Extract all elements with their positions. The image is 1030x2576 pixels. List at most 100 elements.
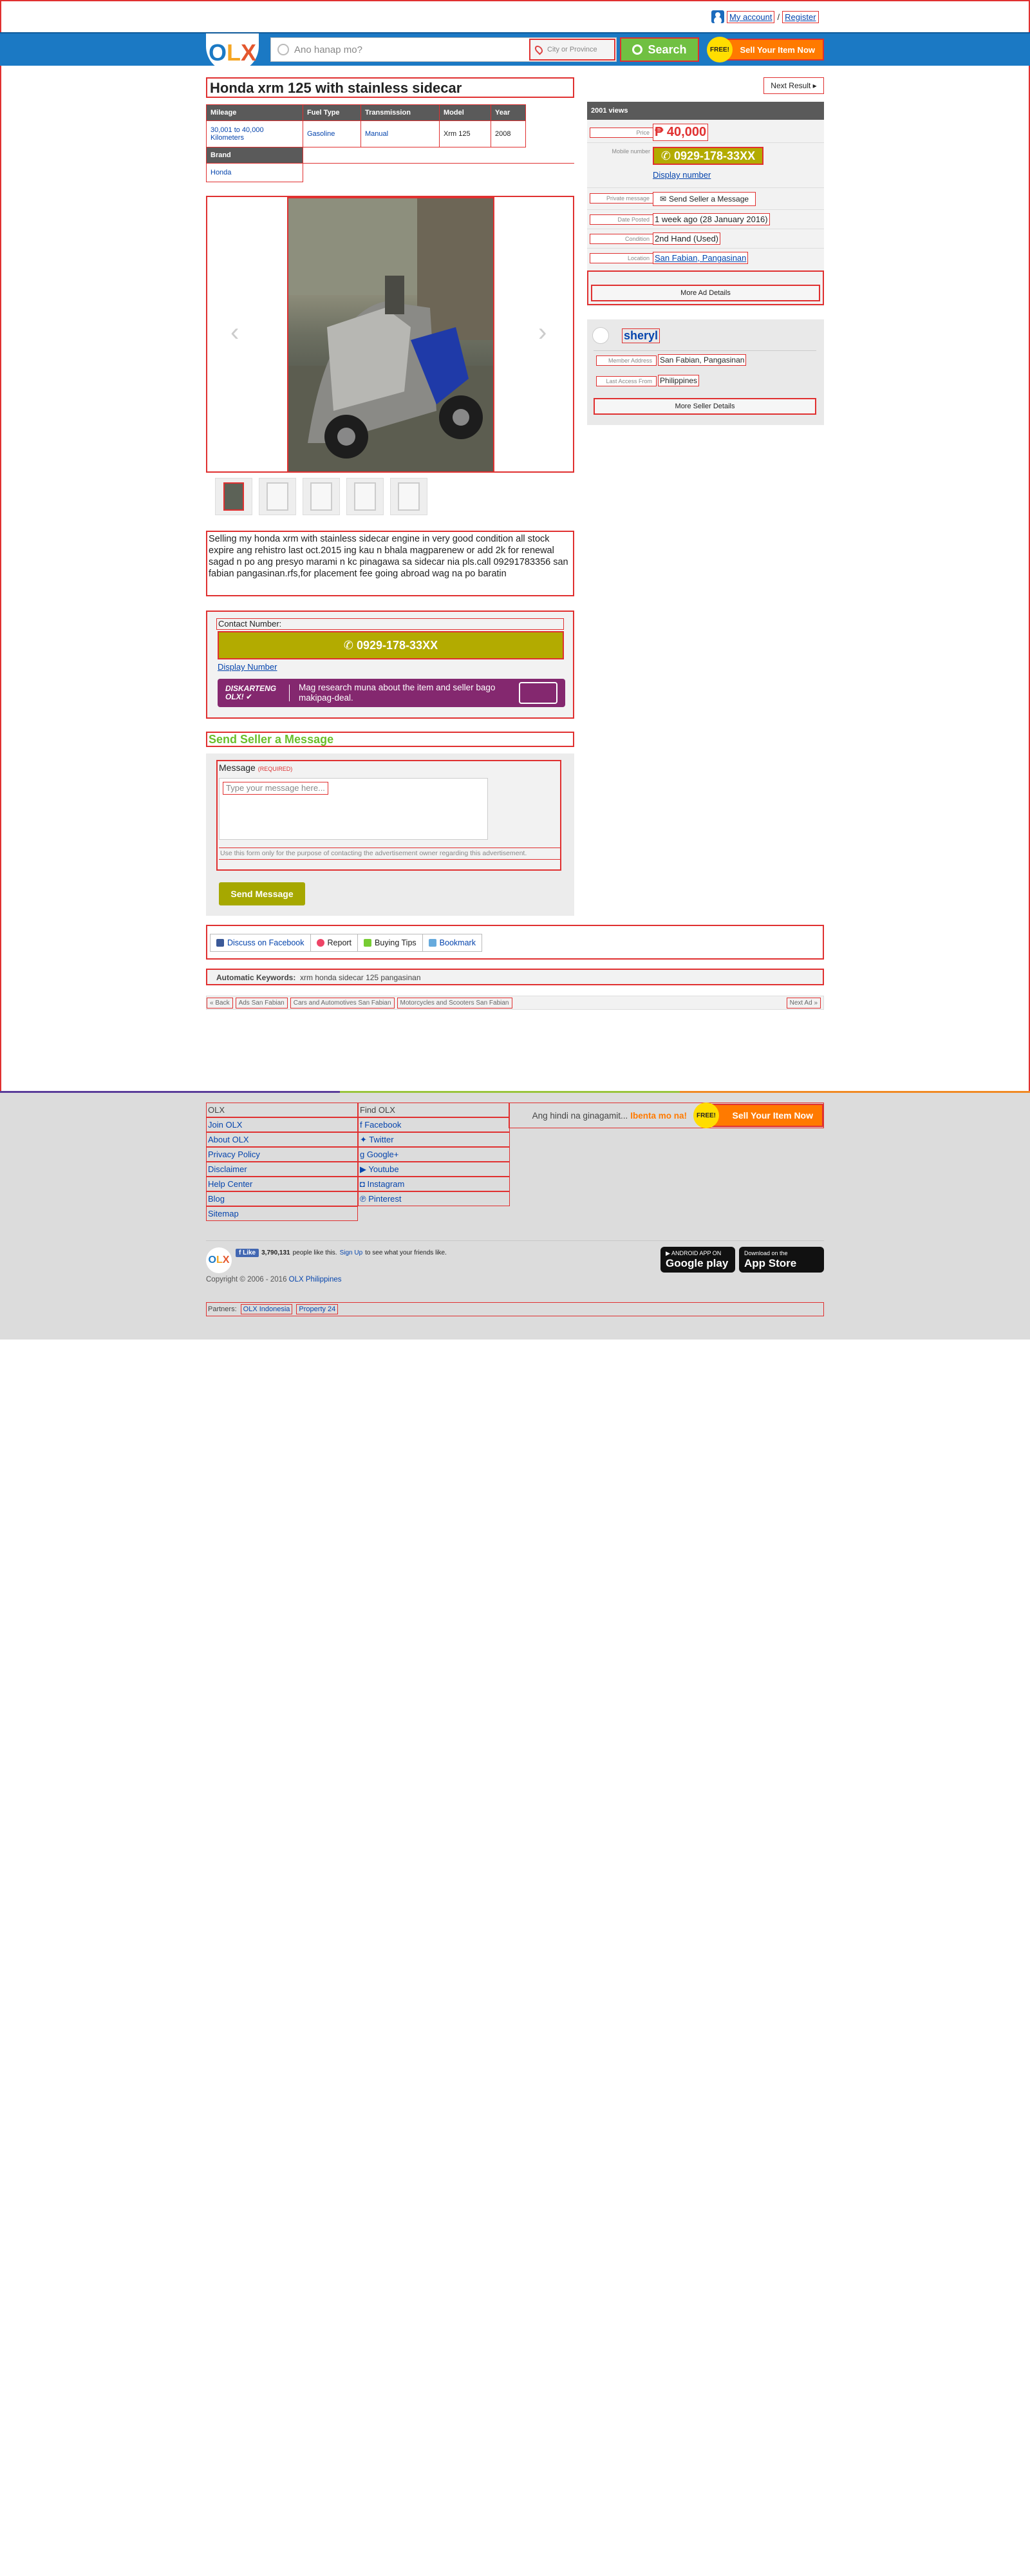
like-text-2: to see what your friends like. bbox=[365, 1249, 447, 1256]
thumbnail[interactable] bbox=[303, 478, 340, 515]
partner-property-24[interactable]: Property 24 bbox=[296, 1304, 339, 1314]
copyright-link[interactable]: OLX Philippines bbox=[289, 1276, 342, 1283]
footer-join-olx[interactable]: Join OLX bbox=[206, 1117, 358, 1132]
city-input[interactable]: City or Province bbox=[529, 39, 615, 61]
footer-twitter[interactable]: ✦ Twitter bbox=[358, 1132, 510, 1147]
partners-bar: Partners: OLX Indonesia Property 24 bbox=[206, 1302, 824, 1316]
seller-name[interactable]: sheryl bbox=[622, 328, 660, 343]
message-label: Message (REQUIRED) bbox=[219, 762, 292, 773]
spec-fuel[interactable]: Gasoline bbox=[303, 120, 361, 147]
footer-instagram[interactable]: ◘ Instagram bbox=[358, 1177, 510, 1191]
footer-about-olx[interactable]: About OLX bbox=[206, 1132, 358, 1147]
like-text: people like this. bbox=[292, 1249, 337, 1256]
report-label: Report bbox=[327, 938, 352, 947]
message-label-text: Message bbox=[219, 762, 256, 773]
youtube-icon: ▶ bbox=[360, 1164, 369, 1174]
breadcrumb-item[interactable]: Motorcycles and Scooters San Fabian bbox=[397, 997, 512, 1009]
action-bar: Discuss on Facebook Report Buying Tips B… bbox=[206, 925, 824, 960]
condition-value: 2nd Hand (Used) bbox=[653, 232, 720, 245]
prev-image-arrow[interactable]: ‹ bbox=[230, 319, 243, 345]
footer-blog[interactable]: Blog bbox=[206, 1191, 358, 1206]
spec-transmission[interactable]: Manual bbox=[360, 120, 440, 147]
spec-mileage[interactable]: 30,001 to 40,000 Kilometers bbox=[206, 120, 303, 147]
display-number-link-side[interactable]: Display number bbox=[653, 170, 711, 180]
breadcrumb-item[interactable]: Cars and Automotives San Fabian bbox=[290, 997, 395, 1009]
location-pin-icon bbox=[533, 44, 545, 55]
footer-sell-button[interactable]: Sell Your Item Now bbox=[707, 1104, 823, 1127]
report-button[interactable]: Report bbox=[311, 934, 359, 951]
facebook-like-button[interactable]: f Like bbox=[236, 1249, 259, 1257]
footer-pinterest[interactable]: ℗ Pinterest bbox=[358, 1191, 510, 1206]
ad-main-photo[interactable] bbox=[287, 197, 494, 473]
signup-link[interactable]: Sign Up bbox=[340, 1249, 363, 1256]
send-seller-message-button[interactable]: ✉ Send Seller a Message bbox=[653, 192, 756, 206]
mobile-number: 0929-178-33XX bbox=[673, 149, 756, 162]
google-play-badge[interactable]: ▶ ANDROID APP ON Google play bbox=[660, 1247, 735, 1273]
discuss-facebook-button[interactable]: Discuss on Facebook bbox=[211, 934, 311, 951]
account-bar: My account / Register bbox=[711, 9, 819, 24]
location-value[interactable]: San Fabian, Pangasinan bbox=[653, 252, 749, 264]
more-ad-details-button[interactable]: More Ad Details bbox=[591, 285, 820, 301]
footer-col-olx: OLX Join OLX About OLX Privacy Policy Di… bbox=[206, 1103, 358, 1221]
app-store-label: App Store bbox=[744, 1257, 797, 1269]
footer-help-center[interactable]: Help Center bbox=[206, 1177, 358, 1191]
footer-privacy-policy[interactable]: Privacy Policy bbox=[206, 1147, 358, 1162]
next-image-arrow[interactable]: › bbox=[538, 319, 551, 345]
my-account-link[interactable]: My account bbox=[727, 10, 775, 23]
next-result-label: Next Result bbox=[771, 81, 811, 90]
promo-brand: DISKARTENG OLX! ✔ bbox=[225, 685, 290, 701]
footer-google-plus-label: Google+ bbox=[366, 1150, 399, 1159]
contact-box: Contact Number: ✆ 0929-178-33XX Display … bbox=[206, 611, 574, 719]
next-ad-link[interactable]: Next Ad » bbox=[786, 997, 821, 1009]
footer-olx-logo[interactable]: OLX bbox=[206, 1247, 232, 1273]
sell-item-button[interactable]: Sell Your Item Now bbox=[721, 39, 824, 61]
footer-sell-banner: Ang hindi na ginagamit... Ibenta mo na! … bbox=[509, 1103, 824, 1128]
footer-facebook[interactable]: f Facebook bbox=[358, 1117, 510, 1132]
image-viewer: ‹ › bbox=[206, 196, 574, 473]
diskarteng-olx-banner[interactable]: DISKARTENG OLX! ✔ Mag research muna abou… bbox=[218, 679, 565, 707]
views-count: 2001 views bbox=[587, 102, 824, 120]
contact-number-button[interactable]: ✆ 0929-178-33XX bbox=[218, 631, 564, 659]
more-seller-details-button[interactable]: More Seller Details bbox=[594, 398, 816, 415]
message-textarea[interactable] bbox=[219, 778, 488, 840]
register-link[interactable]: Register bbox=[782, 10, 819, 23]
chevron-right-icon: ▸ bbox=[812, 81, 817, 90]
search-button[interactable]: Search bbox=[620, 37, 699, 62]
footer-youtube-label: Youtube bbox=[368, 1164, 399, 1174]
buying-tips-button[interactable]: Buying Tips bbox=[358, 934, 423, 951]
next-result-button[interactable]: Next Result ▸ bbox=[763, 77, 824, 94]
bookmark-button[interactable]: Bookmark bbox=[423, 934, 482, 951]
footer-disclaimer[interactable]: Disclaimer bbox=[206, 1162, 358, 1177]
message-field-group: Message (REQUIRED) Type your message her… bbox=[216, 760, 561, 871]
thumbnail[interactable] bbox=[215, 478, 252, 515]
back-link[interactable]: « Back bbox=[207, 997, 233, 1009]
free-badge: FREE! bbox=[707, 37, 733, 62]
footer-google-plus[interactable]: g Google+ bbox=[358, 1147, 510, 1162]
copyright: Copyright © 2006 - 2016 OLX Philippines bbox=[206, 1276, 342, 1283]
facebook-icon bbox=[216, 939, 224, 947]
display-number-link[interactable]: Display Number bbox=[218, 662, 277, 672]
spec-brand[interactable]: Honda bbox=[206, 163, 303, 182]
message-form: Message (REQUIRED) Type your message her… bbox=[206, 753, 574, 916]
breadcrumb-item[interactable]: Ads San Fabian bbox=[235, 997, 288, 1009]
thumbnail[interactable] bbox=[259, 478, 296, 515]
required-marker: (REQUIRED) bbox=[258, 766, 293, 772]
footer-youtube[interactable]: ▶ Youtube bbox=[358, 1162, 510, 1177]
keywords-label: Automatic Keywords: bbox=[216, 973, 296, 982]
partner-olx-indonesia[interactable]: OLX Indonesia bbox=[240, 1304, 293, 1314]
footer-sitemap[interactable]: Sitemap bbox=[206, 1206, 358, 1221]
specs-table: Mileage Fuel Type Transmission Model Yea… bbox=[206, 104, 574, 182]
spec-header: Year bbox=[491, 104, 526, 121]
date-posted-label: Date Posted bbox=[590, 214, 654, 225]
thumbnail[interactable] bbox=[346, 478, 384, 515]
mobile-number-button[interactable]: ✆ 0929-178-33XX bbox=[653, 147, 763, 165]
thumbnail[interactable] bbox=[390, 478, 427, 515]
footer-heading-find-olx: Find OLX bbox=[358, 1103, 510, 1117]
footer-twitter-label: Twitter bbox=[369, 1135, 394, 1144]
last-access-value: Philippines bbox=[658, 375, 700, 386]
like-count: 3,790,131 bbox=[261, 1249, 290, 1256]
google-play-label: Google play bbox=[666, 1257, 729, 1269]
app-store-badge[interactable]: Download on the App Store bbox=[739, 1247, 824, 1273]
slogan-text: Ang hindi na ginagamit... bbox=[532, 1110, 628, 1121]
send-message-button[interactable]: Send Message bbox=[219, 882, 305, 905]
